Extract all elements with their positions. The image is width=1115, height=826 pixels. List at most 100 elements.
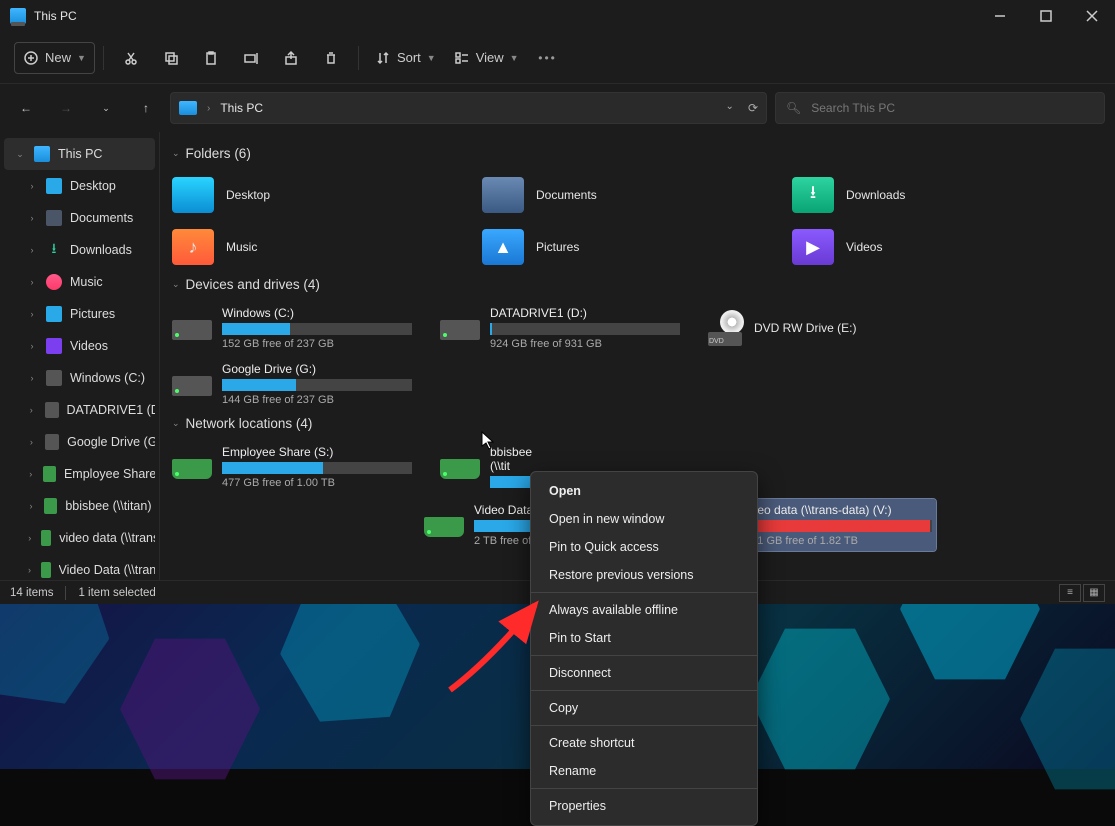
sidebar-item[interactable]: ›Video Data (\\trans-store) (X:) bbox=[4, 554, 155, 580]
context-menu-item[interactable]: Rename bbox=[531, 757, 757, 785]
recent-chevron[interactable]: ⌄ bbox=[90, 92, 122, 124]
sort-button[interactable]: Sort ▼ bbox=[367, 42, 444, 74]
context-menu-item[interactable]: Always available offline bbox=[531, 596, 757, 624]
sidebar-item[interactable]: ›Desktop bbox=[4, 170, 155, 202]
folder-tile[interactable]: ♪Music bbox=[168, 223, 458, 271]
sidebar-item[interactable]: ›Videos bbox=[4, 330, 155, 362]
search-box[interactable]: 🔍︎ Search This PC bbox=[775, 92, 1105, 124]
menu-separator bbox=[531, 655, 757, 656]
delete-button[interactable] bbox=[312, 42, 350, 74]
new-button[interactable]: New ▼ bbox=[14, 42, 95, 74]
navigation-pane[interactable]: ⌄This PC›Desktop›Documents›⭳Downloads›Mu… bbox=[0, 132, 160, 580]
maximize-button[interactable] bbox=[1023, 0, 1069, 32]
drive-icon bbox=[172, 306, 212, 340]
group-header[interactable]: ⌄Network locations (4) bbox=[172, 416, 1101, 431]
refresh-button[interactable]: ⟳ bbox=[748, 101, 758, 115]
view-button[interactable]: View ▼ bbox=[446, 42, 527, 74]
storage-bar bbox=[742, 520, 932, 532]
context-menu-item[interactable]: Copy bbox=[531, 694, 757, 722]
details-view-button[interactable]: ≡ bbox=[1059, 584, 1081, 602]
sidebar-item[interactable]: ›Employee Share (S:) bbox=[4, 458, 155, 490]
folder-tile[interactable]: ▲ Pictures bbox=[478, 223, 768, 271]
folder-tile[interactable]: ⭳ Downloads bbox=[788, 171, 1078, 219]
cut-button[interactable] bbox=[112, 42, 150, 74]
context-menu-item[interactable]: Open bbox=[531, 477, 757, 505]
address-bar[interactable]: › This PC ⌄ ⟳ bbox=[170, 92, 767, 124]
rename-button[interactable] bbox=[232, 42, 270, 74]
sidebar-item[interactable]: ›video data (\\trans-data) (V:) bbox=[4, 522, 155, 554]
sidebar-item[interactable]: ›Documents bbox=[4, 202, 155, 234]
folder-tile[interactable]: Documents bbox=[478, 171, 768, 219]
drive-name: bbisbee(\\tit bbox=[490, 445, 680, 473]
drive-icon bbox=[172, 362, 212, 396]
context-menu-item[interactable]: Properties bbox=[531, 792, 757, 820]
drive-name: DATADRIVE1 (D:) bbox=[490, 306, 680, 320]
breadcrumb-location[interactable]: This PC bbox=[220, 101, 263, 115]
chevron-down-icon: ⌄ bbox=[172, 279, 180, 290]
group-header[interactable]: ⌄Devices and drives (4) bbox=[172, 277, 1101, 292]
titlebar[interactable]: This PC bbox=[0, 0, 1115, 32]
folder-name: Desktop bbox=[226, 188, 270, 202]
network-drive-icon bbox=[172, 445, 212, 479]
chevron-down-icon: ⌄ bbox=[172, 148, 180, 159]
drive-tile[interactable]: Windows (C:)152 GB free of 237 GB bbox=[168, 302, 416, 354]
sidebar-item[interactable]: ›Windows (C:) bbox=[4, 362, 155, 394]
chevron-down-icon: ▼ bbox=[427, 53, 436, 63]
share-button[interactable] bbox=[272, 42, 310, 74]
search-placeholder: Search This PC bbox=[811, 101, 895, 115]
close-button[interactable] bbox=[1069, 0, 1115, 32]
sidebar-item[interactable]: ›Music bbox=[4, 266, 155, 298]
menu-separator bbox=[531, 725, 757, 726]
copy-button[interactable] bbox=[152, 42, 190, 74]
sidebar-item[interactable]: ›DATADRIVE1 (D:) bbox=[4, 394, 155, 426]
context-menu-item[interactable]: Restore previous versions bbox=[531, 561, 757, 589]
more-button[interactable]: ••• bbox=[529, 42, 567, 74]
thumb-view-button[interactable]: ▦ bbox=[1083, 584, 1105, 602]
address-dropdown-icon[interactable]: ⌄ bbox=[726, 101, 734, 115]
folder-name: Downloads bbox=[846, 188, 905, 202]
sidebar-item-this-pc[interactable]: ⌄This PC bbox=[4, 138, 155, 170]
storage-bar bbox=[222, 462, 412, 474]
drive-icon bbox=[440, 306, 480, 340]
drive-free-text: 144 GB free of 237 GB bbox=[222, 394, 412, 406]
network-drive-icon bbox=[424, 503, 464, 537]
network-drive-icon bbox=[440, 445, 480, 479]
drive-name: DVD RW Drive (E:) bbox=[754, 321, 856, 335]
drive-tile[interactable]: DATADRIVE1 (D:)924 GB free of 931 GB bbox=[436, 302, 684, 354]
context-menu-item[interactable]: Create shortcut bbox=[531, 729, 757, 757]
sidebar-item[interactable]: ›⭳Downloads bbox=[4, 234, 155, 266]
context-menu-item[interactable]: Pin to Start bbox=[531, 624, 757, 652]
folder-icon: ▲ bbox=[482, 229, 524, 265]
drive-free-text: 477 GB free of 1.00 TB bbox=[222, 477, 412, 489]
folder-name: Pictures bbox=[536, 240, 579, 254]
sidebar-item[interactable]: ›bbisbee (\\titan) (T:) bbox=[4, 490, 155, 522]
drive-tile[interactable]: DVDDVD RW Drive (E:) bbox=[704, 302, 944, 354]
drive-name: Google Drive (G:) bbox=[222, 362, 412, 376]
drive-free-text: 12.1 GB free of 1.82 TB bbox=[742, 535, 932, 547]
network-location-tile[interactable]: Employee Share (S:)477 GB free of 1.00 T… bbox=[168, 441, 416, 495]
paste-button[interactable] bbox=[192, 42, 230, 74]
menu-separator bbox=[531, 788, 757, 789]
sidebar-item[interactable]: ›Pictures bbox=[4, 298, 155, 330]
group-header[interactable]: ⌄Folders (6) bbox=[172, 146, 1101, 161]
folder-icon: ⭳ bbox=[792, 177, 834, 213]
context-menu-item[interactable]: Open in new window bbox=[531, 505, 757, 533]
context-menu[interactable]: OpenOpen in new windowPin to Quick acces… bbox=[530, 471, 758, 826]
sidebar-item[interactable]: ›Google Drive (G:) bbox=[4, 426, 155, 458]
drive-name: video data (\\trans-data) (V:) bbox=[742, 503, 932, 517]
chevron-down-icon: ⌄ bbox=[172, 418, 180, 429]
folder-name: Documents bbox=[536, 188, 597, 202]
drive-tile[interactable]: Google Drive (G:) 144 GB free of 237 GB bbox=[168, 358, 416, 410]
forward-button[interactable]: → bbox=[50, 92, 82, 124]
context-menu-item[interactable]: Pin to Quick access bbox=[531, 533, 757, 561]
context-menu-item[interactable]: Disconnect bbox=[531, 659, 757, 687]
this-pc-icon bbox=[179, 101, 197, 115]
folder-tile[interactable]: Desktop bbox=[168, 171, 458, 219]
storage-bar bbox=[222, 379, 412, 391]
command-bar: New ▼ Sort ▼ View ▼ ••• bbox=[0, 32, 1115, 84]
folder-tile[interactable]: ▶Videos bbox=[788, 223, 1078, 271]
up-button[interactable]: ↑ bbox=[130, 92, 162, 124]
minimize-button[interactable] bbox=[977, 0, 1023, 32]
back-button[interactable]: ← bbox=[10, 92, 42, 124]
this-pc-icon bbox=[10, 8, 26, 24]
